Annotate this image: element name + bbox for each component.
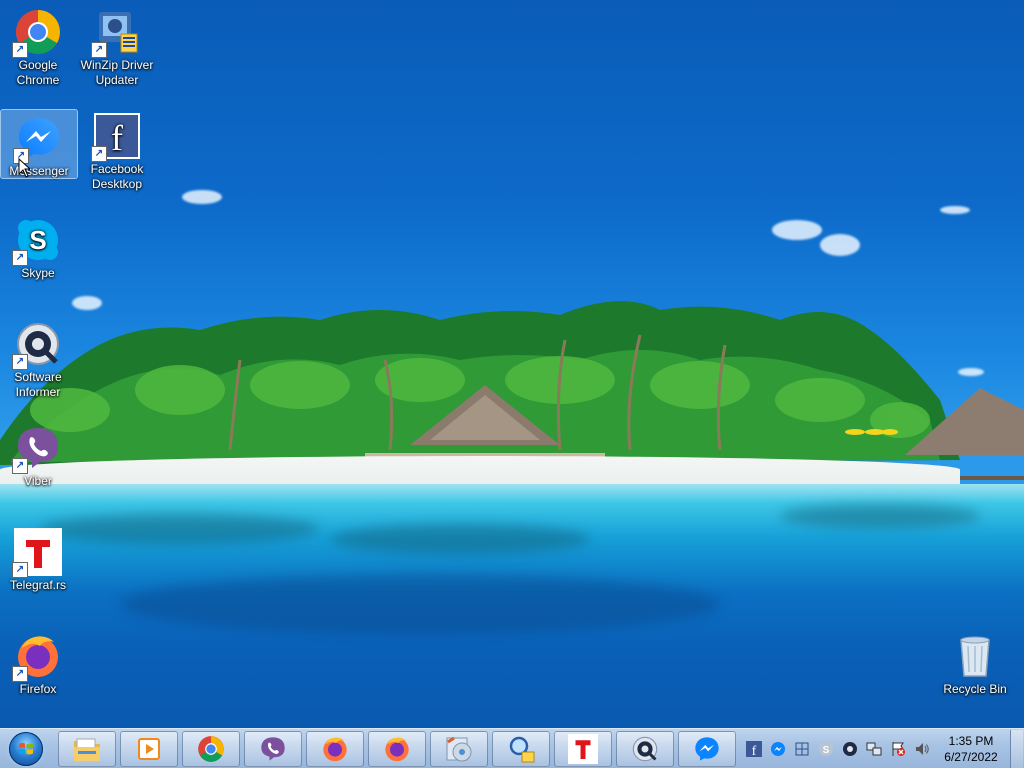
taskbar-disc-tool[interactable] (430, 731, 488, 767)
desktop-icon-label: Software (14, 370, 62, 384)
desktop-icon-winzip-driver-updater[interactable]: ↗ WinZip Driver Updater (79, 4, 155, 88)
viber-icon (261, 737, 285, 761)
shortcut-arrow-icon: ↗ (91, 146, 107, 162)
software-informer-icon (632, 736, 658, 762)
shortcut-arrow-icon: ↗ (12, 458, 28, 474)
shortcut-arrow-icon: ↗ (12, 42, 28, 58)
svg-text:S: S (823, 745, 830, 756)
desktop-icon-label: Google (18, 58, 58, 72)
recycle-bin-icon (960, 636, 990, 677)
taskbar-firefox[interactable] (306, 731, 364, 767)
desktop-icon-label: Recycle Bin (943, 682, 1007, 696)
taskbar-viber[interactable] (244, 731, 302, 767)
svg-text:f: f (752, 744, 757, 757)
mouse-cursor-icon (18, 158, 30, 178)
volume-icon[interactable] (914, 741, 930, 757)
desktop-icon-label: Viber (24, 474, 52, 488)
desktop-icon-label: Firefox (19, 682, 57, 696)
shortcut-arrow-icon: ↗ (12, 562, 28, 578)
shortcut-arrow-icon: ↗ (91, 42, 107, 58)
system-tray: f S 1:35 PM 6/27/2022 (740, 729, 1024, 769)
media-player-icon (138, 738, 160, 760)
shortcut-arrow-icon: ↗ (12, 354, 28, 370)
desktop-icon-recycle-bin[interactable]: Recycle Bin (937, 628, 1013, 697)
firefox-icon (323, 737, 347, 762)
facebook-icon[interactable]: f (746, 741, 762, 757)
desktop-icon-google-chrome[interactable]: ↗ Google Chrome (0, 4, 76, 88)
desktop-icon-firefox[interactable]: ↗ Firefox (0, 628, 76, 697)
desktop-icon-label: Telegraf.rs (9, 578, 67, 592)
skype-icon[interactable]: S (818, 741, 834, 757)
desktop-icon-messenger[interactable]: ↗ Messenger (0, 109, 78, 179)
taskbar-software-informer[interactable] (616, 731, 674, 767)
windows-logo-icon (19, 742, 33, 755)
shortcut-arrow-icon: ↗ (12, 666, 28, 682)
network-icon[interactable] (866, 741, 882, 757)
svg-text:S: S (29, 225, 46, 255)
driver-updater-icon (509, 736, 535, 763)
clock-time: 1:35 PM (948, 734, 994, 748)
desktop-icon-label: Skype (21, 266, 55, 280)
taskbar-messenger[interactable] (678, 731, 736, 767)
chrome-icon (198, 736, 224, 762)
desktop-icon-viber[interactable]: ↗ Viber (0, 420, 76, 489)
taskbar-media-player[interactable] (120, 731, 178, 767)
desktop-icon-telegraf[interactable]: ↗ Telegraf.rs (0, 524, 76, 593)
desktop-icon-label: Messenger (9, 164, 69, 178)
desktop-icon-skype[interactable]: S ↗ Skype (0, 212, 76, 281)
flag-icon[interactable] (890, 741, 906, 757)
desktop-icon-software-informer[interactable]: ↗ Software Informer (0, 316, 76, 400)
shortcut-arrow-icon: ↗ (12, 250, 28, 266)
desktop-icon-label: Facebook (90, 162, 144, 176)
network-tool-icon[interactable] (794, 741, 810, 757)
clock-date: 6/27/2022 (944, 750, 998, 764)
desktop-icon-label: Chrome (16, 73, 60, 87)
svg-text:f: f (111, 118, 123, 158)
messenger-icon (695, 737, 719, 761)
desktop-icon-label: Informer (15, 385, 61, 399)
taskbar-file-explorer[interactable] (58, 731, 116, 767)
taskbar-driver-updater[interactable] (492, 731, 550, 767)
show-desktop-button[interactable] (1010, 730, 1023, 768)
start-button[interactable] (4, 730, 48, 768)
messenger-icon[interactable] (770, 741, 786, 757)
taskbar-google-chrome[interactable] (182, 731, 240, 767)
taskbar-telegraf[interactable] (554, 731, 612, 767)
software-informer-icon[interactable] (842, 741, 858, 757)
telegraf-icon (568, 734, 598, 764)
desktop-icon-label: Desktkop (91, 177, 143, 191)
taskbar: f S 1:35 PM 6/27/2022 (0, 728, 1024, 768)
disc-tool-icon (446, 736, 472, 762)
desktop-icon-label: Updater (95, 73, 139, 87)
desktop-icon-label: WinZip Driver (80, 58, 154, 72)
desktop-icon-facebook-desktkop[interactable]: f ↗ Facebook Desktkop (79, 108, 155, 192)
firefox-icon (385, 737, 409, 762)
taskbar-firefox-2[interactable] (368, 731, 426, 767)
file-explorer-icon (74, 738, 100, 761)
clock[interactable]: 1:35 PM 6/27/2022 (936, 733, 1006, 765)
